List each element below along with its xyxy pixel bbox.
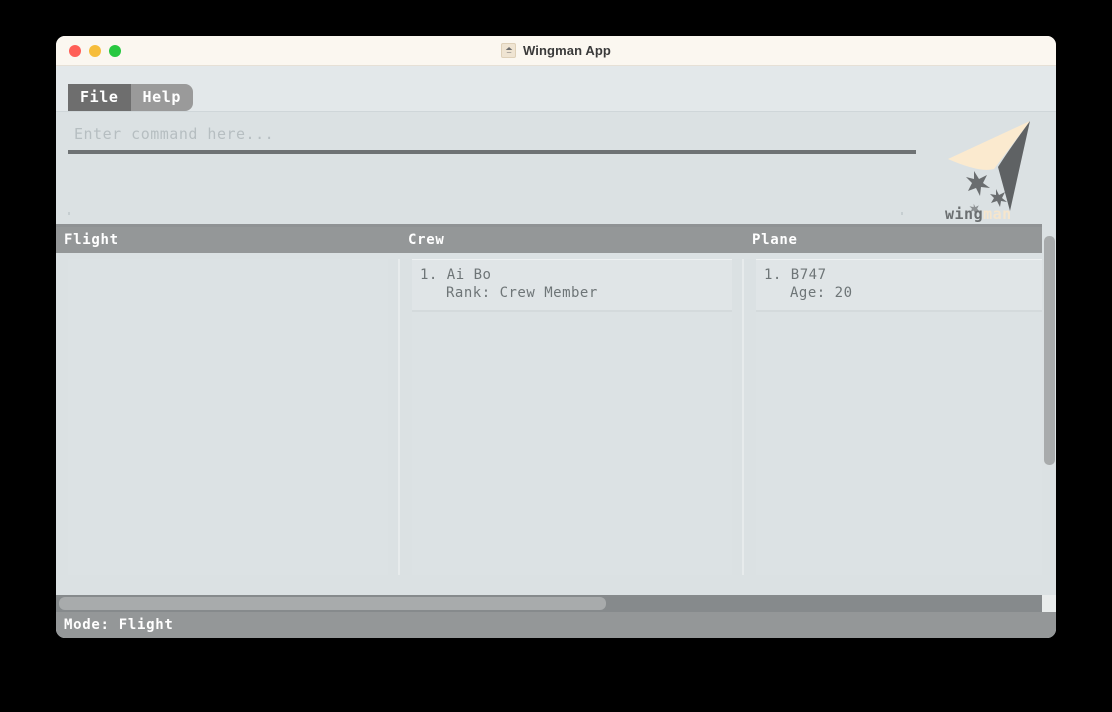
status-bar: Mode: Flight (56, 612, 1056, 638)
close-button[interactable] (69, 44, 81, 57)
column-plane: 1. B747 Age: 20 (744, 259, 1056, 575)
command-panel: wingman (56, 111, 1056, 223)
title-bar: Wingman App (56, 36, 1056, 66)
menu-item-file[interactable]: File (68, 84, 131, 111)
column-header-crew: Crew (408, 232, 445, 248)
column-header-plane: Plane (752, 232, 798, 248)
results-table: Flight Crew Plane 1. Ai Bo Rank: Crew Me… (56, 224, 1056, 612)
tick-mark-left (68, 212, 70, 215)
menu-bar: File Help (56, 66, 1056, 111)
logo-word-man: man (983, 205, 1012, 223)
crew-item-index: 1. (420, 267, 438, 283)
scrollbar-corner (1042, 595, 1056, 612)
column-flight (56, 259, 400, 575)
table-body: 1. Ai Bo Rank: Crew Member 1. B747 Age: … (56, 253, 1056, 575)
horizontal-scrollbar[interactable] (56, 595, 1056, 612)
column-plane-list[interactable]: 1. B747 Age: 20 (756, 259, 1044, 575)
vertical-scrollbar[interactable] (1042, 224, 1056, 612)
maximize-button[interactable] (109, 44, 121, 57)
column-header-flight: Flight (64, 232, 119, 248)
plane-item-title: 1. B747 (756, 266, 1044, 284)
list-item[interactable]: 1. B747 Age: 20 (756, 259, 1044, 312)
command-input[interactable] (68, 122, 916, 154)
app-icon (501, 43, 517, 58)
wingman-logo: wingman (938, 117, 1034, 229)
column-flight-list[interactable] (68, 259, 388, 575)
title-container: Wingman App (56, 36, 1056, 65)
crew-item-name: Ai Bo (446, 267, 492, 283)
status-mode-text: Mode: Flight (64, 617, 174, 633)
minimize-button[interactable] (89, 44, 101, 57)
plane-item-name: B747 (790, 267, 827, 283)
crew-item-detail: Rank: Crew Member (446, 285, 598, 301)
window-controls (69, 44, 121, 57)
plane-item-index: 1. (764, 267, 782, 283)
logo-wordmark: wingman (945, 205, 1012, 223)
plane-item-detail: Age: 20 (790, 285, 853, 301)
horizontal-scrollbar-thumb[interactable] (59, 597, 606, 610)
crew-item-title: 1. Ai Bo (412, 266, 732, 284)
logo-word-wing: wing (945, 205, 984, 223)
app-window: Wingman App File Help wingman (56, 36, 1056, 638)
list-item[interactable]: 1. Ai Bo Rank: Crew Member (412, 259, 732, 312)
column-crew-list[interactable]: 1. Ai Bo Rank: Crew Member (412, 259, 732, 575)
vertical-scrollbar-thumb[interactable] (1044, 236, 1055, 466)
tick-mark-right (901, 212, 903, 215)
menu-item-help[interactable]: Help (130, 84, 194, 111)
table-header-row: Flight Crew Plane (56, 227, 1056, 253)
column-crew: 1. Ai Bo Rank: Crew Member (400, 259, 744, 575)
window-title: Wingman App (523, 43, 611, 58)
